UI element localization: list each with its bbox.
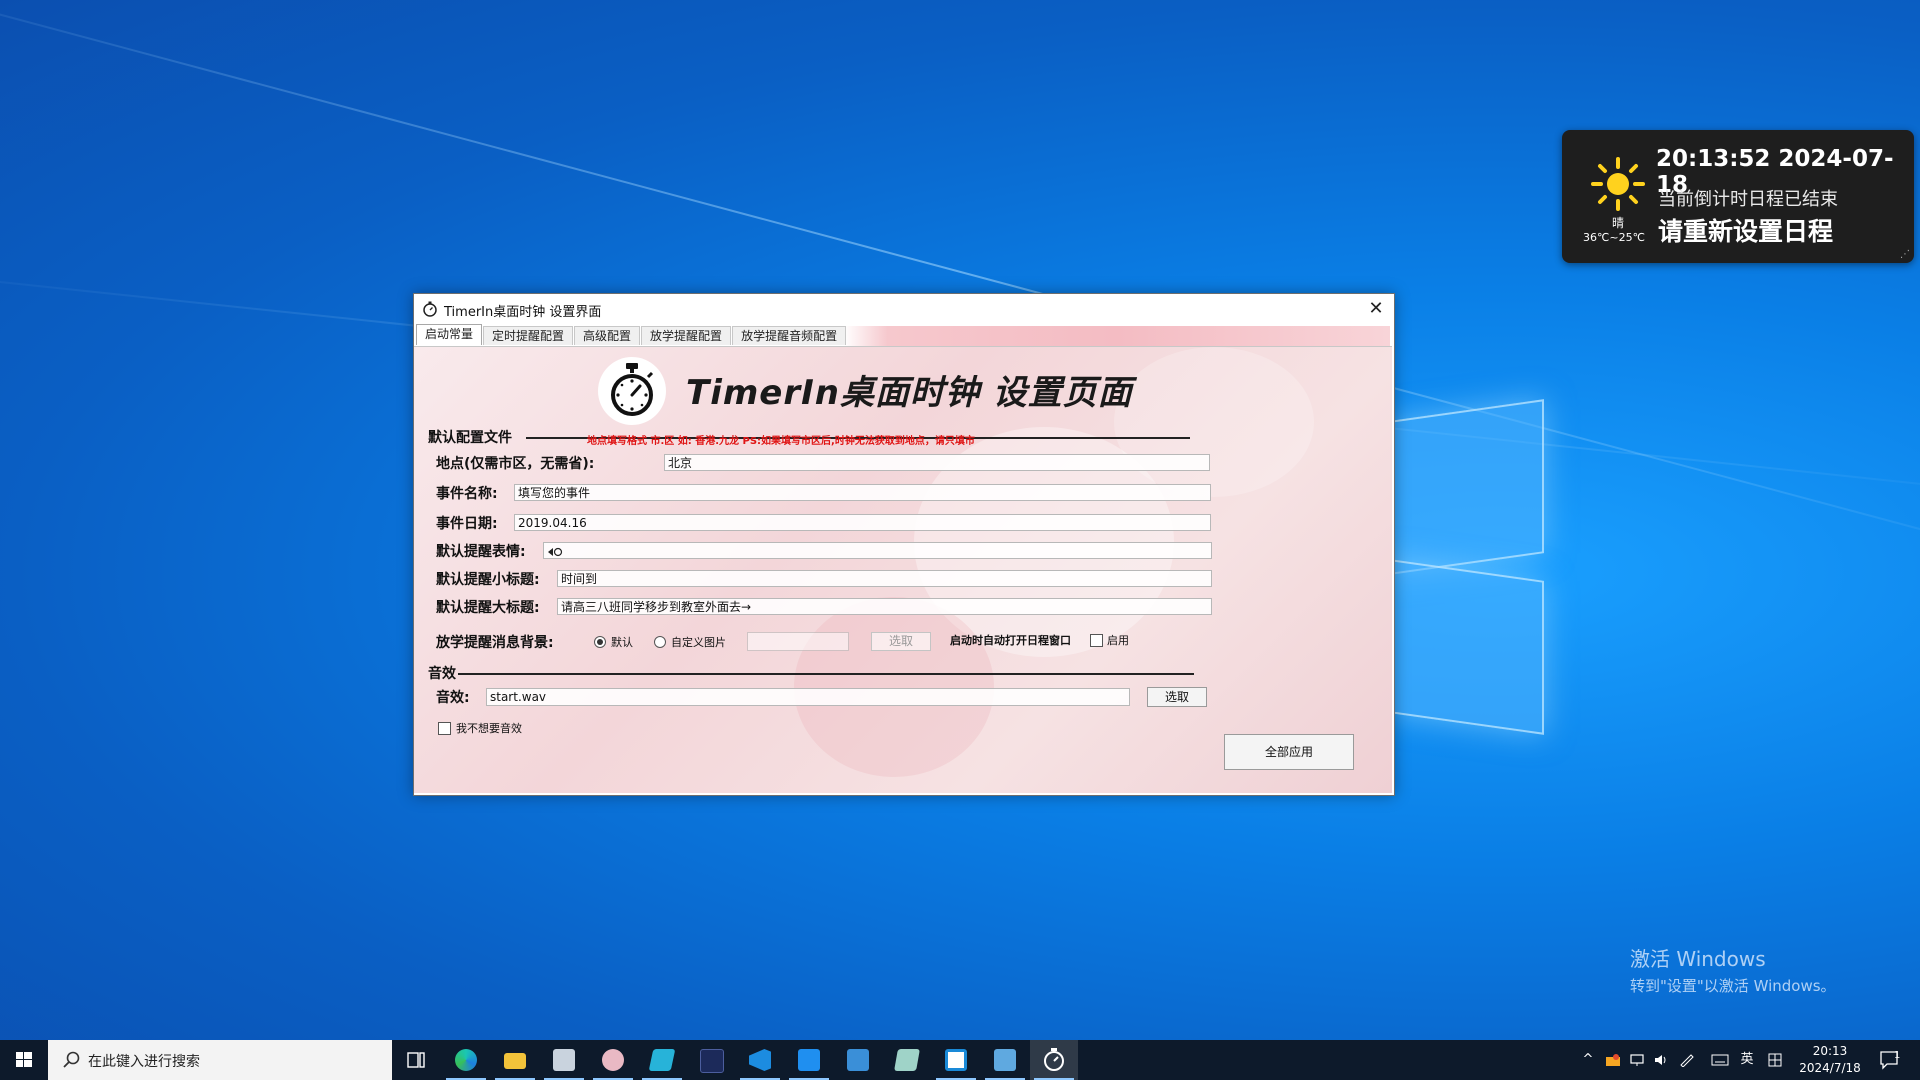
event-name-label: 事件名称: xyxy=(436,486,498,502)
tab-bar: 启动常量 定时提醒配置 高级配置 放学提醒配置 放学提醒音频配置 xyxy=(416,324,847,346)
stopwatch-logo-icon xyxy=(598,357,666,425)
tab-timed-reminder[interactable]: 定时提醒配置 xyxy=(483,326,574,345)
event-date-input[interactable]: 2019.04.16 xyxy=(514,514,1211,531)
section-divider xyxy=(458,673,1194,675)
start-button[interactable] xyxy=(0,1040,48,1080)
edge-icon[interactable] xyxy=(442,1040,490,1080)
tab-startup-constants[interactable]: 启动常量 xyxy=(416,324,483,345)
dismissal-bg-label: 放学提醒消息背景: xyxy=(436,635,554,651)
pick-bg-button[interactable]: 选取 xyxy=(871,632,931,651)
bg-default-radio[interactable] xyxy=(594,636,606,648)
network-icon[interactable] xyxy=(1626,1040,1648,1080)
windows-start-icon xyxy=(16,1052,32,1067)
show-hidden-icons-chevron-icon[interactable]: ^ xyxy=(1576,1040,1600,1080)
activation-watermark: 激活 Windows 转到"设置"以激活 Windows。 xyxy=(1630,943,1836,996)
event-date-label: 事件日期: xyxy=(436,516,498,532)
mail-app-icon[interactable] xyxy=(932,1040,980,1080)
weather-text: 晴 xyxy=(1611,216,1624,230)
touch-keyboard-icon[interactable] xyxy=(1708,1040,1732,1080)
tab-dismissal-reminder[interactable]: 放学提醒配置 xyxy=(641,326,732,345)
bg-custom-radio[interactable] xyxy=(654,636,666,648)
temperature-range: 36℃~25℃ xyxy=(1583,231,1645,244)
volume-icon[interactable] xyxy=(1650,1040,1672,1080)
tray-app-icon[interactable] xyxy=(1602,1040,1624,1080)
resize-grip-icon[interactable]: ⋰ xyxy=(1900,249,1910,260)
page-heading: TimerIn桌面时钟 设置页面 xyxy=(686,373,1133,413)
stopwatch-icon xyxy=(423,301,437,317)
app-manager-icon[interactable] xyxy=(540,1040,588,1080)
pick-sound-button[interactable]: 选取 xyxy=(1147,687,1207,707)
search-placeholder: 在此键入进行搜索 xyxy=(88,1054,200,1070)
remote-app-icon[interactable] xyxy=(834,1040,882,1080)
sound-label: 音效: xyxy=(436,690,470,706)
section-sound: 音效 xyxy=(428,666,456,682)
watermark-title: 激活 Windows xyxy=(1630,947,1766,971)
event-name-input[interactable]: 填写您的事件 xyxy=(514,484,1211,501)
fluent-app-icon[interactable] xyxy=(638,1040,686,1080)
network-app-icon[interactable] xyxy=(981,1040,1029,1080)
bg-default-label: 默认 xyxy=(611,636,633,649)
pen-icon[interactable] xyxy=(1676,1040,1698,1080)
location-label: 地点(仅需市区，无需省): xyxy=(436,456,595,472)
tab-advanced[interactable]: 高级配置 xyxy=(574,326,641,345)
windows-logo-wallpaper xyxy=(1390,380,1560,740)
notification-center-icon[interactable]: 1 xyxy=(1872,1040,1908,1080)
timerin-taskbar-icon[interactable] xyxy=(1030,1040,1078,1080)
bg-custom-label: 自定义图片 xyxy=(671,636,726,649)
title-label: 默认提醒大标题: xyxy=(436,600,540,616)
watermark-subtitle: 转到"设置"以激活 Windows。 xyxy=(1630,977,1836,995)
taskbar-clock[interactable]: 20:13 2024/7/18 xyxy=(1780,1043,1880,1077)
tab-dismissal-audio[interactable]: 放学提醒音频配置 xyxy=(732,326,847,345)
tab-content: TimerIn桌面时钟 设置页面 默认配置文件 地点填写格式 市.区 如: 香港… xyxy=(414,346,1392,793)
autostart-enable-checkbox[interactable] xyxy=(1090,634,1103,647)
subtitle-input[interactable]: 时间到 xyxy=(557,570,1212,587)
location-input[interactable]: 北京 xyxy=(664,454,1210,471)
emoji-glyph-icon xyxy=(548,547,563,556)
section-default-config: 默认配置文件 xyxy=(428,430,512,446)
sound-file-input[interactable]: start.wav xyxy=(486,688,1130,706)
search-icon xyxy=(63,1051,80,1068)
title-bar[interactable]: TimerIn桌面时钟 设置界面 ✕ xyxy=(414,294,1394,324)
custom-bg-path-input[interactable] xyxy=(747,632,849,651)
clock-time: 20:13 xyxy=(1812,1044,1848,1058)
no-sound-checkbox[interactable] xyxy=(438,722,451,735)
tabstrip-artwork xyxy=(844,326,1390,346)
notepad-app-icon[interactable] xyxy=(883,1040,931,1080)
taskbar-search-box[interactable]: 在此键入进行搜索 xyxy=(48,1040,392,1080)
autostart-enable-label: 启用 xyxy=(1107,634,1129,647)
anime-app-icon[interactable] xyxy=(589,1040,637,1080)
location-format-warning: 地点填写格式 市.区 如: 香港.九龙 PS:如果填写市区后,时钟无法获取到地点… xyxy=(587,436,975,447)
emoji-input[interactable] xyxy=(543,542,1212,559)
dark-app-icon[interactable] xyxy=(687,1040,735,1080)
autostart-label: 启动时自动打开日程窗口 xyxy=(950,634,1071,647)
notification-count: 1 xyxy=(1894,1050,1901,1061)
widget-status: 当前倒计时日程已结束 xyxy=(1658,189,1838,210)
file-explorer-icon[interactable] xyxy=(491,1040,539,1080)
sun-icon xyxy=(1591,157,1645,211)
desktop-background: 晴 36℃~25℃ 20:13:52 2024-07-18 当前倒计时日程已结束… xyxy=(0,0,1920,1040)
clock-date: 2024/7/18 xyxy=(1799,1061,1861,1075)
widget-message: 请重新设置日程 xyxy=(1658,217,1834,246)
arrow-app-icon[interactable] xyxy=(785,1040,833,1080)
close-icon[interactable]: ✕ xyxy=(1358,294,1394,324)
ime-language-indicator[interactable]: 英 xyxy=(1736,1040,1758,1080)
emoji-label: 默认提醒表情: xyxy=(436,544,526,560)
taskbar: 在此键入进行搜索 ^ 英 20:13 2024/7/18 1 xyxy=(0,1040,1920,1080)
no-sound-label: 我不想要音效 xyxy=(456,722,522,735)
vscode-icon[interactable] xyxy=(736,1040,784,1080)
window-title: TimerIn桌面时钟 设置界面 xyxy=(444,305,602,320)
title-input[interactable]: 请高三八班同学移步到教室外面去→ xyxy=(557,598,1212,615)
apply-all-button[interactable]: 全部应用 xyxy=(1224,734,1354,770)
timer-widget[interactable]: 晴 36℃~25℃ 20:13:52 2024-07-18 当前倒计时日程已结束… xyxy=(1562,130,1914,263)
subtitle-label: 默认提醒小标题: xyxy=(436,572,540,588)
task-view-icon[interactable] xyxy=(392,1040,440,1080)
settings-window: TimerIn桌面时钟 设置界面 ✕ 启动常量 定时提醒配置 高级配置 放学提醒… xyxy=(413,293,1395,796)
